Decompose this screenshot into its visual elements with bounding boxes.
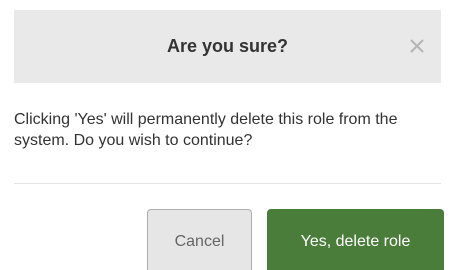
cancel-button[interactable]: Cancel xyxy=(147,209,252,270)
dialog-header: Are you sure? xyxy=(14,10,441,83)
dialog-message: Clicking 'Yes' will permanently delete t… xyxy=(14,111,398,149)
close-icon[interactable] xyxy=(403,32,431,60)
confirm-delete-dialog: Are you sure? Clicking 'Yes' will perman… xyxy=(0,0,453,270)
dialog-title: Are you sure? xyxy=(166,36,289,56)
dialog-divider xyxy=(14,183,441,184)
confirm-delete-button[interactable]: Yes, delete role xyxy=(267,209,444,270)
